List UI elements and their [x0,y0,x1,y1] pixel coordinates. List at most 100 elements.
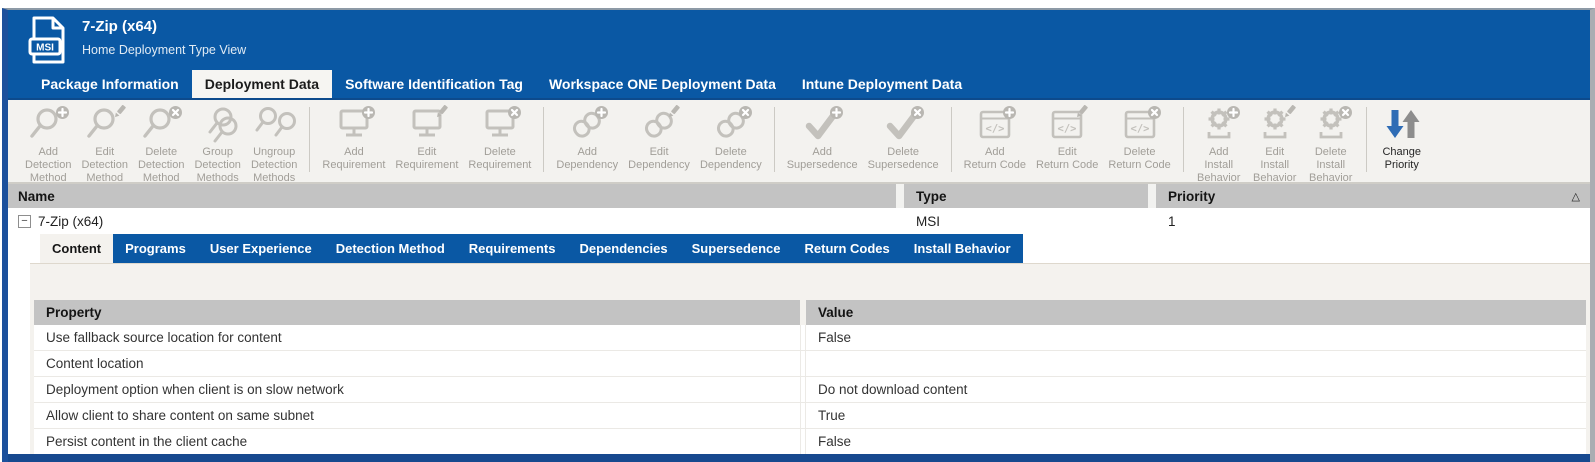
toolbar-button-group-detection-methods[interactable]: Group Detection Methods [189,105,245,184]
check-icon [800,105,844,145]
deployment-type-cell: MSI [904,214,1148,229]
toolbar-button-edit-detection-method[interactable]: Edit Detection Method [76,105,132,184]
column-header-value[interactable]: Value [806,305,1586,320]
property-row[interactable]: Use fallback source location for content… [34,325,1586,351]
property-row[interactable]: Deployment option when client is on slow… [34,377,1586,403]
column-header-name[interactable]: Name [8,189,896,204]
chain-icon [709,105,753,145]
toolbar-group-separator [1183,107,1184,172]
column-splitter[interactable] [1148,184,1156,208]
property-row[interactable]: Content location [34,351,1586,377]
subtab-supersedence[interactable]: Supersedence [680,234,793,263]
subtab-dependencies[interactable]: Dependencies [567,234,679,263]
toolbar-button-label: Edit Dependency [628,146,690,172]
toolbar-button-ungroup-detection-methods[interactable]: Ungroup Detection Methods [246,105,302,184]
toolbar-button-add-detection-method[interactable]: Add Detection Method [20,105,76,184]
column-splitter[interactable] [896,184,904,208]
check-icon [881,105,925,145]
toolbar-button-delete-supersedence[interactable]: Delete Supersedence [863,105,944,172]
toolbar-button-delete-install-behavior[interactable]: Delete Install Behavior [1303,105,1359,184]
toolbar-button-edit-requirement[interactable]: Edit Requirement [390,105,463,172]
toolbar-button-label: Delete Dependency [700,146,762,172]
chain-icon [637,105,681,145]
property-row[interactable]: Allow client to share content on same su… [34,403,1586,429]
deployment-type-row[interactable]: − 7-Zip (x64) MSI 1 [8,208,1590,234]
toolbar-group-separator [309,107,310,172]
subtab-install-behavior[interactable]: Install Behavior [902,234,1023,263]
property-value-cell: Do not download content [806,382,1586,397]
msi-icon-label: MSI [36,43,54,54]
property-table-header[interactable]: Property Value [34,300,1586,325]
toolbar-button-edit-install-behavior[interactable]: Edit Install Behavior [1247,105,1303,184]
toolbar-button-add-requirement[interactable]: Add Requirement [317,105,390,172]
sub-tab-row: Content ProgramsUser Experience Detection … [8,234,1590,263]
subtab-detection-method[interactable]: Detection Method [324,234,457,263]
sub-tab-label: Supersedence [692,241,781,256]
toolbar-button-edit-return-code[interactable]: </> Edit Return Code [1031,105,1103,172]
toolbar-button-label: Add Detection Method [25,146,71,184]
toolbar-button-label: Edit Return Code [1036,146,1098,172]
toolbar-button-label: Edit Install Behavior [1253,146,1296,184]
msi-file-icon: MSI [28,16,68,64]
toolbar-button-label: Delete Requirement [468,146,531,172]
property-rows: Use fallback source location for content… [34,325,1586,454]
tab-deployment-data[interactable]: Deployment Data [192,70,332,98]
tab-package-information[interactable]: Package Information [28,70,192,98]
monitor-icon [478,105,522,145]
toolbar-button-add-return-code[interactable]: </> Add Return Code [959,105,1031,172]
toolbar-button-delete-return-code[interactable]: </> Delete Return Code [1103,105,1175,172]
toolbar-button-delete-dependency[interactable]: Delete Dependency [695,105,767,172]
toolbar-group-separator [774,107,775,172]
property-name-cell: Use fallback source location for content [34,330,800,345]
tab-software-identification-tag[interactable]: Software Identification Tag [332,70,536,98]
deployment-grid-header[interactable]: Name Type Priority △ [8,184,1590,208]
main-tab-label: Software Identification Tag [345,76,523,92]
sub-tab-label: Content [52,241,101,256]
window-subtitle: Home Deployment Type View [82,43,246,57]
subtab-programs[interactable]: Programs [113,234,198,263]
sub-tab-label: Detection Method [336,241,445,256]
toolbar-group-separator [543,107,544,172]
sub-tab-label: Return Codes [805,241,890,256]
toolbar-button-label: Delete Detection Method [138,146,184,184]
toolbar-button-label: Ungroup Detection Methods [251,146,297,184]
property-row[interactable]: Persist content in the client cache Fals… [34,429,1586,454]
property-name-cell: Persist content in the client cache [34,434,800,449]
toolbar-group-separator [1366,107,1367,172]
subtab-content[interactable]: Content [40,234,113,263]
column-header-priority[interactable]: Priority △ [1156,189,1590,204]
title-row: MSI 7-Zip (x64) Home Deployment Type Vie… [28,16,1590,68]
subtab-return-codes[interactable]: Return Codes [793,234,902,263]
gear-icon [1197,105,1241,145]
toolbar-button-add-supersedence[interactable]: Add Supersedence [782,105,863,172]
column-header-property[interactable]: Property [34,305,800,320]
toolbar: Add Detection Method Edit Detection Meth… [8,98,1590,184]
subtab-user-experience[interactable]: User Experience [198,234,324,263]
magnifier-group-icon [196,105,240,145]
collapse-icon[interactable]: − [18,215,31,228]
toolbar-button-add-dependency[interactable]: Add Dependency [551,105,623,172]
tab-workspace-one-deployment-data[interactable]: Workspace ONE Deployment Data [536,70,789,98]
toolbar-button-label: Add Dependency [556,146,618,172]
toolbar-button-change-priority[interactable]: Change Priority [1374,105,1430,172]
sub-tab-label: Requirements [469,241,556,256]
column-header-type[interactable]: Type [904,189,1148,204]
toolbar-button-label: Add Requirement [322,146,385,172]
main-tab-bar: Package Information Deployment Data Softwa… [28,70,1590,98]
tab-intune-deployment-data[interactable]: Intune Deployment Data [789,70,975,98]
sub-tab-bar: Content ProgramsUser Experience Detection … [40,234,1023,263]
toolbar-button-label: Add Return Code [964,146,1026,172]
magnifier-ungroup-icon [252,105,296,145]
property-value-cell: False [806,434,1586,449]
toolbar-button-label: Edit Detection Method [81,146,127,184]
sort-ascending-icon[interactable]: △ [1572,190,1580,203]
toolbar-button-delete-detection-method[interactable]: Delete Detection Method [133,105,189,184]
toolbar-button-edit-dependency[interactable]: Edit Dependency [623,105,695,172]
subtab-requirements[interactable]: Requirements [457,234,568,263]
magnifier-icon [26,105,70,145]
toolbar-button-delete-requirement[interactable]: Delete Requirement [463,105,536,172]
main-tab-label: Deployment Data [205,76,319,92]
toolbar-group-separator [951,107,952,172]
toolbar-button-add-install-behavior[interactable]: Add Install Behavior [1191,105,1247,184]
svg-text:</>: </> [1130,123,1149,135]
